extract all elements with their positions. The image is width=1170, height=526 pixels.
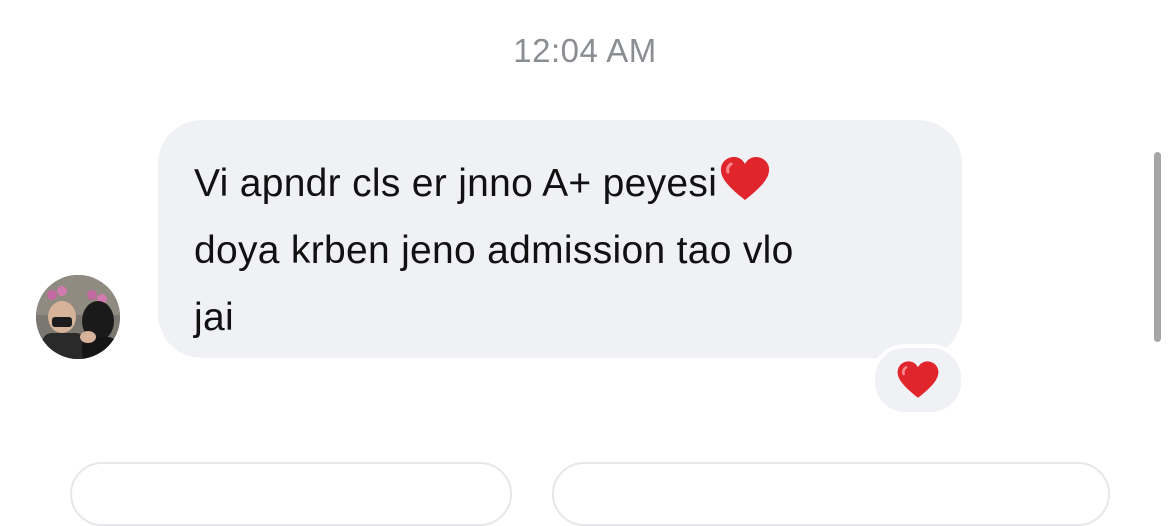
avatar-photo [36,275,120,359]
bottom-cards [0,462,1170,526]
bottom-card-right[interactable] [552,462,1110,526]
sender-avatar[interactable] [36,275,120,359]
message-timestamp: 12:04 AM [513,32,657,69]
message-line: doya krben jeno admission tao vlo [194,229,794,272]
red-heart-icon [721,157,770,200]
message-line: Vi apndr cls er jnno A+ peyesi [194,150,926,217]
message-reaction[interactable] [871,344,965,416]
scrollbar[interactable] [1154,152,1161,342]
received-message-bubble[interactable]: Vi apndr cls er jnno A+ peyesi doya krbe… [158,120,962,358]
red-heart-icon [897,361,939,398]
message-line-text: Vi apndr cls er jnno A+ peyesi [194,162,718,205]
message-text: Vi apndr cls er jnno A+ peyesi doya krbe… [194,150,926,351]
bottom-card-left[interactable] [70,462,512,526]
message-line: jai [194,296,234,339]
